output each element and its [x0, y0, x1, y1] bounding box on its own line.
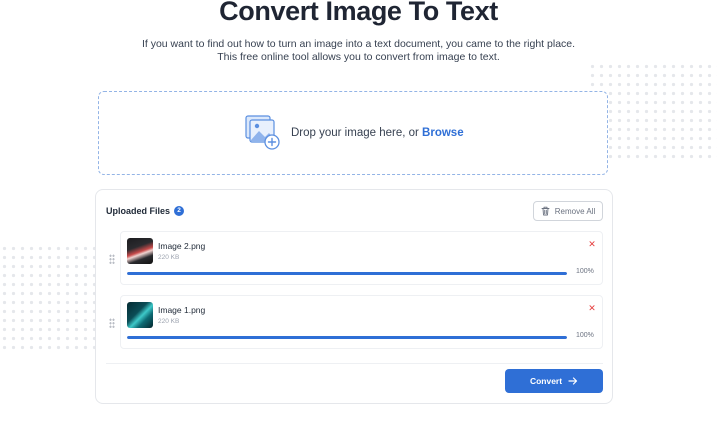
file-size: 220 KB — [158, 318, 180, 325]
dropzone-text: Drop your image here, or Browse — [291, 127, 464, 139]
image-upload-icon — [245, 115, 280, 150]
upload-progress-fill — [127, 272, 567, 275]
remove-all-button[interactable]: Remove All — [533, 201, 603, 221]
remove-file-close-icon[interactable]: ✕ — [587, 303, 597, 313]
drag-handle-icon[interactable] — [109, 254, 115, 264]
uploaded-files-title: Uploaded Files — [106, 206, 171, 216]
image-dropzone[interactable]: Drop your image here, or Browse — [98, 91, 608, 175]
file-count-badge: 2 — [174, 206, 185, 216]
decorative-dot-grid-left — [0, 244, 100, 352]
uploaded-files-panel: Uploaded Files 2 Remove All Image 2.png … — [95, 189, 613, 404]
upload-progress-percent: 100% — [576, 268, 594, 275]
page-subtitle: If you want to find out how to turn an i… — [141, 38, 576, 63]
page-title: Convert Image To Text — [219, 0, 498, 26]
drag-handle-icon[interactable] — [109, 318, 115, 328]
panel-divider — [106, 363, 603, 364]
file-name: Image 1.png — [158, 305, 206, 315]
convert-button[interactable]: Convert — [505, 369, 603, 393]
file-size: 220 KB — [158, 254, 180, 261]
upload-progress-percent: 100% — [576, 332, 594, 339]
arrow-right-icon — [568, 377, 578, 385]
file-item: Image 2.png 220 KB ✕ 100% — [109, 231, 603, 285]
file-thumbnail — [127, 238, 153, 264]
file-name: Image 2.png — [158, 241, 206, 251]
remove-file-close-icon[interactable]: ✕ — [587, 239, 597, 249]
upload-progress-bar — [127, 272, 567, 275]
trash-icon — [541, 206, 550, 216]
upload-progress-bar — [127, 336, 567, 339]
uploaded-files-heading: Uploaded Files 2 — [106, 206, 185, 216]
browse-link[interactable]: Browse — [422, 127, 464, 139]
convert-button-label: Convert — [529, 376, 563, 386]
remove-all-label: Remove All — [554, 206, 596, 216]
file-item: Image 1.png 220 KB ✕ 100% — [109, 295, 603, 349]
upload-progress-fill — [127, 336, 567, 339]
dropzone-prompt: Drop your image here, or — [291, 127, 423, 139]
file-thumbnail — [127, 302, 153, 328]
